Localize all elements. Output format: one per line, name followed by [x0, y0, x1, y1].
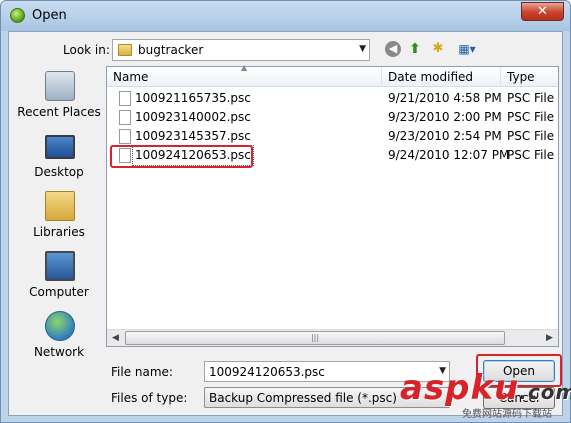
place-recent-places[interactable]: Recent Places: [12, 69, 106, 127]
place-label: Network: [33, 345, 85, 359]
desktop-icon: [45, 135, 75, 159]
look-in-dropdown[interactable]: bugtracker ▼: [112, 39, 370, 61]
file-icon: [119, 91, 131, 106]
file-name-input[interactable]: 100924120653.psc ▼: [204, 361, 450, 382]
place-network[interactable]: Network: [12, 309, 106, 367]
look-in-label: Look in:: [63, 43, 110, 57]
file-type-label: Files of type:: [111, 391, 188, 405]
file-list[interactable]: ▲ Name Date modified Type 100921165735.p…: [106, 63, 559, 347]
scroll-left-icon[interactable]: ◀: [107, 330, 124, 346]
file-icon: [119, 148, 131, 163]
computer-icon: [45, 251, 75, 281]
open-button[interactable]: Open: [483, 360, 555, 382]
file-type: PSC File: [507, 91, 555, 105]
open-dialog: Open ✕ Look in: bugtracker ▼ ◀ ⬆ ✱ ▦▾ Re…: [0, 0, 571, 423]
app-icon: [10, 8, 25, 23]
chevron-down-icon[interactable]: ▼: [359, 44, 366, 54]
file-date: 9/21/2010 4:58 PM: [388, 91, 502, 105]
place-desktop[interactable]: Desktop: [12, 129, 106, 187]
file-type-value: Backup Compressed file (*.psc): [209, 391, 397, 405]
cancel-button[interactable]: Cancel: [483, 387, 555, 409]
file-type: PSC File: [507, 148, 555, 162]
file-icon: [119, 110, 131, 125]
libraries-icon: [45, 191, 75, 221]
chevron-down-icon[interactable]: ▼: [439, 366, 446, 376]
file-date: 9/24/2010 12:07 PM: [388, 148, 510, 162]
back-icon[interactable]: ◀: [385, 41, 401, 57]
recent-places-icon: [45, 71, 75, 101]
file-name: 100921165735.psc: [135, 91, 251, 105]
window-title: Open: [32, 8, 67, 23]
folder-icon: [118, 44, 132, 56]
file-row-selected[interactable]: 100924120653.psc 9/24/2010 12:07 PM PSC …: [107, 145, 558, 166]
file-icon: [119, 129, 131, 144]
column-header: ▲ Name Date modified Type: [107, 63, 558, 87]
scroll-right-icon[interactable]: ▶: [541, 330, 558, 346]
place-label: Computer: [29, 285, 89, 299]
file-type: PSC File: [507, 129, 555, 143]
place-libraries[interactable]: Libraries: [12, 189, 106, 247]
new-folder-icon[interactable]: ✱: [430, 41, 446, 57]
place-label: Libraries: [33, 225, 85, 239]
title-bar: Open ✕: [1, 1, 570, 31]
network-icon: [45, 311, 75, 341]
up-folder-icon[interactable]: ⬆: [407, 41, 423, 57]
column-date-modified[interactable]: Date modified: [382, 67, 501, 87]
file-type-dropdown[interactable]: Backup Compressed file (*.psc): [204, 387, 450, 408]
column-name[interactable]: Name: [107, 67, 382, 87]
dialog-body: Look in: bugtracker ▼ ◀ ⬆ ✱ ▦▾ Recent Pl…: [8, 31, 563, 416]
place-label: Desktop: [34, 165, 84, 179]
place-computer[interactable]: Computer: [12, 249, 106, 307]
file-name: 100923145357.psc: [135, 129, 251, 143]
file-type: PSC File: [507, 110, 555, 124]
file-row[interactable]: 100923140002.psc 9/23/2010 2:00 PM PSC F…: [107, 108, 558, 127]
file-name: 100924120653.psc: [132, 145, 254, 166]
look-in-value: bugtracker: [138, 43, 204, 57]
scroll-thumb[interactable]: |||: [125, 331, 505, 345]
horizontal-scrollbar[interactable]: ◀ ||| ▶: [107, 329, 558, 346]
file-date: 9/23/2010 2:00 PM: [388, 110, 502, 124]
file-row[interactable]: 100923145357.psc 9/23/2010 2:54 PM PSC F…: [107, 127, 558, 146]
close-button[interactable]: ✕: [521, 2, 564, 21]
column-type[interactable]: Type: [501, 67, 558, 87]
place-label: Recent Places: [17, 105, 101, 119]
file-name-label: File name:: [111, 365, 173, 379]
file-name: 100923140002.psc: [135, 110, 251, 124]
file-row[interactable]: 100921165735.psc 9/21/2010 4:58 PM PSC F…: [107, 89, 558, 108]
places-bar: Recent Places Desktop Libraries Computer…: [12, 69, 106, 369]
file-name-value: 100924120653.psc: [209, 365, 325, 379]
file-date: 9/23/2010 2:54 PM: [388, 129, 502, 143]
views-menu-icon[interactable]: ▦▾: [455, 41, 479, 57]
